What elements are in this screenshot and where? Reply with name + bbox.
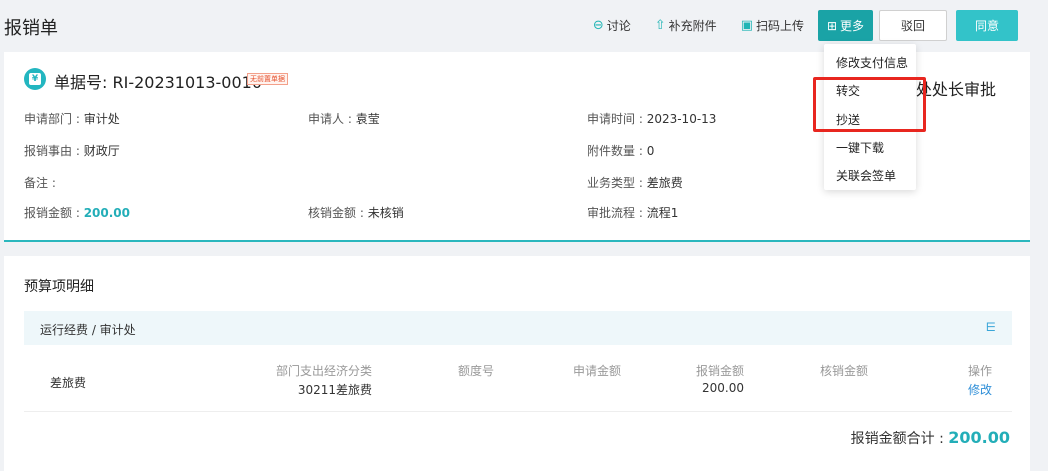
grid-icon: ⊞ [826, 18, 838, 33]
total-amount: 报销金额合计 : 200.00 [850, 428, 1010, 447]
yen-icon: ¥ [24, 68, 46, 90]
page-title: 报销单 [4, 18, 58, 39]
cell-category: 部门支出经济分类 30211差旅费 [276, 364, 373, 397]
scan-icon: ▣ [740, 18, 753, 33]
discuss-button[interactable]: ⊖ 讨论 [593, 17, 631, 34]
approval-stage: 处处长审批 [916, 80, 997, 99]
highlight-box [813, 77, 926, 132]
cell-reimb: 报销金额 200.00 [696, 364, 745, 395]
row-name: 差旅费 [50, 376, 87, 390]
field-time: 申请时间 : 2023-10-13 [587, 112, 717, 126]
doc-number: 单据号: RI-20231013-0010 [54, 73, 263, 92]
field-verify: 核销金额 : 未核销 [308, 206, 404, 220]
menu-item-download[interactable]: 一键下载 [836, 139, 884, 156]
upload-icon: ⇧ [654, 18, 666, 33]
more-button[interactable]: ⊞ 更多 [818, 10, 873, 41]
agree-button[interactable]: 同意 [956, 10, 1018, 41]
table-row: 差旅费 部门支出经济分类 30211差旅费 额度号 申请金额 报销金额 200.… [24, 346, 1012, 412]
field-remark: 备注 : [24, 176, 56, 190]
group-bar: 运行经费 / 审计处 ⋿ [24, 311, 1012, 345]
toolbar: ⊖ 讨论 ⇧ 补充附件 ▣ 扫码上传 ⊞ 更多 驳回 同意 [569, 10, 1018, 41]
budget-detail: 预算项明细 运行经费 / 审计处 ⋿ 差旅费 部门支出经济分类 30211差旅费… [4, 256, 1030, 471]
edit-link[interactable]: 修改 [968, 381, 992, 398]
cell-quota: 额度号 [458, 364, 495, 378]
menu-item-link-cosign[interactable]: 关联会签单 [836, 167, 896, 184]
cell-verify: 核销金额 [820, 364, 869, 378]
field-biz-type: 业务类型 : 差旅费 [587, 176, 683, 190]
field-flow: 审批流程 : 流程1 [587, 206, 679, 220]
collapse-icon[interactable]: ⋿ [986, 320, 996, 334]
section-title: 预算项明细 [24, 279, 94, 295]
cell-operation: 操作 修改 [968, 364, 993, 398]
field-reason: 报销事由 : 财政厅 [24, 144, 120, 158]
reject-button[interactable]: 驳回 [879, 10, 947, 41]
field-dept: 申请部门 : 审计处 [24, 112, 120, 126]
field-amount: 报销金额 : 200.00 [24, 206, 130, 220]
attach-button[interactable]: ⇧ 补充附件 [655, 17, 717, 34]
scan-upload-button[interactable]: ▣ 扫码上传 [741, 17, 804, 34]
cell-apply: 申请金额 [573, 364, 622, 378]
menu-item-edit-payment[interactable]: 修改支付信息 [836, 54, 908, 71]
field-applicant: 申请人 : 袁莹 [308, 112, 380, 126]
status-badge: 无前置单据 [247, 73, 288, 85]
breadcrumb: 运行经费 / 审计处 [40, 323, 136, 337]
chat-icon: ⊖ [592, 18, 604, 33]
field-attach-count: 附件数量 : 0 [587, 144, 655, 158]
